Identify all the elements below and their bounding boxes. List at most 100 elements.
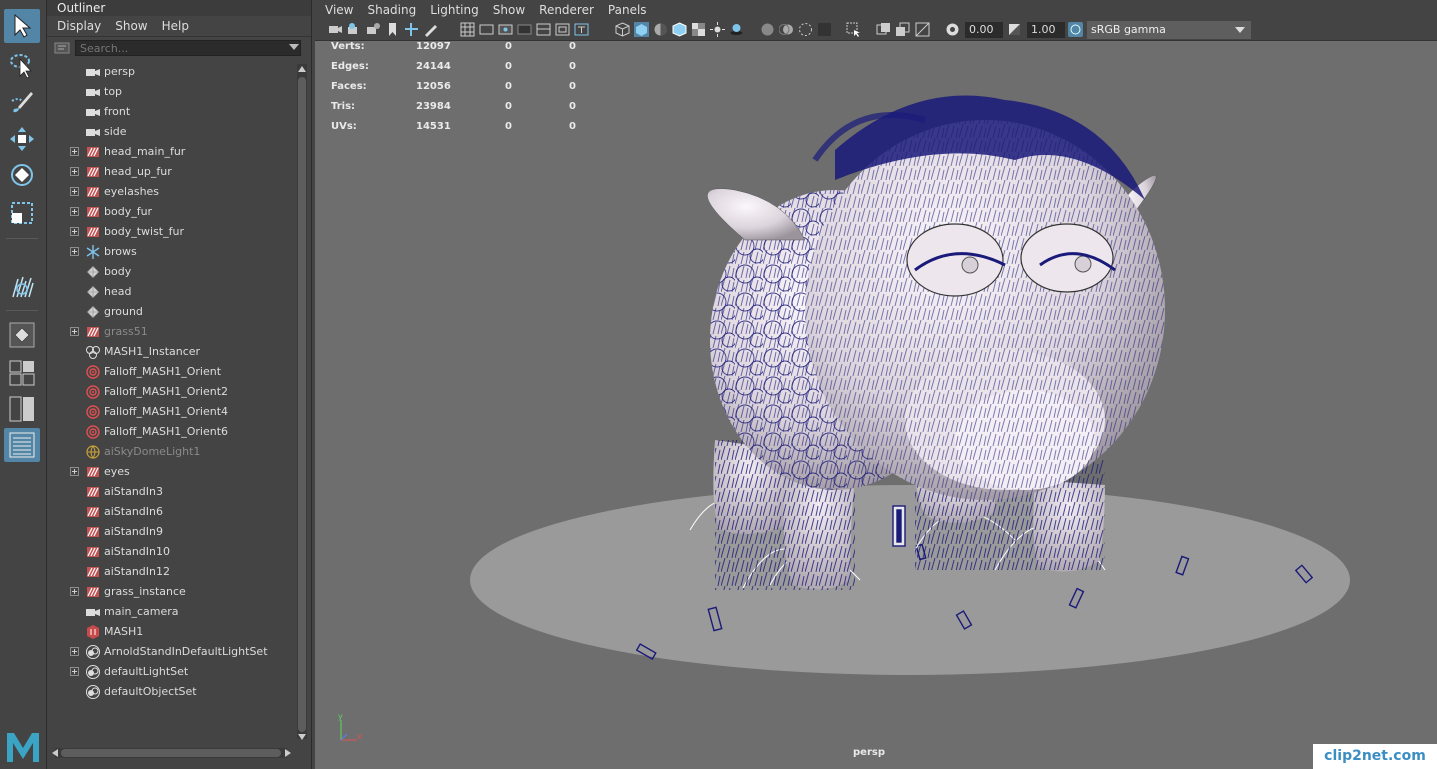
- outliner-item[interactable]: aiStandIn6: [47, 502, 295, 522]
- outliner-item[interactable]: MASH1_Instancer: [47, 342, 295, 362]
- default-material-icon[interactable]: [653, 22, 668, 37]
- grid-icon[interactable]: [460, 22, 475, 37]
- perspective-viewport[interactable]: View Shading Lighting Show Renderer Pane…: [315, 0, 1437, 769]
- outliner-item[interactable]: defaultObjectSet: [47, 682, 295, 702]
- screen-space-ao-icon[interactable]: [760, 22, 775, 37]
- xray-active-components-icon[interactable]: [895, 22, 910, 37]
- scroll-up-arrow-icon[interactable]: [298, 66, 306, 72]
- outliner-item[interactable]: aiStandIn3: [47, 482, 295, 502]
- expand-plus-icon[interactable]: [70, 227, 79, 236]
- outliner-item[interactable]: eyelashes: [47, 182, 295, 202]
- grease-pencil-icon[interactable]: [423, 22, 438, 37]
- expand-plus-icon[interactable]: [70, 207, 79, 216]
- 2d-pan-zoom-icon[interactable]: [404, 22, 419, 37]
- menu-help[interactable]: Help: [162, 19, 189, 33]
- resolution-gate-icon[interactable]: [498, 22, 513, 37]
- outliner-item[interactable]: side: [47, 122, 295, 142]
- use-all-lights-icon[interactable]: [710, 22, 725, 37]
- menu-renderer[interactable]: Renderer: [539, 3, 594, 17]
- isolate-select-icon[interactable]: [846, 22, 861, 37]
- menu-show[interactable]: Show: [115, 19, 147, 33]
- expand-plus-icon[interactable]: [70, 467, 79, 476]
- scroll-left-arrow-icon[interactable]: [52, 749, 58, 757]
- gamma-icon[interactable]: [1007, 22, 1022, 37]
- outliner-item[interactable]: Falloff_MASH1_Orient: [47, 362, 295, 382]
- field-chart-icon[interactable]: [536, 22, 551, 37]
- rotate-tool-button[interactable]: [4, 158, 40, 192]
- outliner-item[interactable]: brows: [47, 242, 295, 262]
- film-gate-icon[interactable]: [479, 22, 494, 37]
- select-camera-icon[interactable]: [328, 22, 343, 37]
- menu-panels[interactable]: Panels: [608, 3, 647, 17]
- motion-blur-icon[interactable]: [779, 22, 794, 37]
- lasso-tool-button[interactable]: [4, 48, 40, 82]
- outliner-horizontal-scroll-thumb[interactable]: [61, 749, 281, 757]
- scene-render[interactable]: [315, 40, 1437, 769]
- outliner-item[interactable]: ArnoldStandInDefaultLightSet: [47, 642, 295, 662]
- scroll-right-arrow-icon[interactable]: [285, 749, 291, 757]
- outliner-view-button[interactable]: [4, 428, 40, 462]
- outliner-item[interactable]: body_fur: [47, 202, 295, 222]
- safe-title-icon[interactable]: [574, 22, 589, 37]
- outliner-item[interactable]: main_camera: [47, 602, 295, 622]
- outliner-item[interactable]: front: [47, 102, 295, 122]
- outliner-item[interactable]: top: [47, 82, 295, 102]
- smooth-shade-icon[interactable]: [634, 22, 649, 37]
- outliner-item[interactable]: body_twist_fur: [47, 222, 295, 242]
- menu-display[interactable]: Display: [57, 19, 101, 33]
- xgen-tool-button[interactable]: [4, 270, 40, 304]
- outliner-item[interactable]: aiStandIn12: [47, 562, 295, 582]
- image-plane-icon[interactable]: [385, 22, 400, 37]
- gate-mask-icon[interactable]: [517, 22, 532, 37]
- search-options-chevron-icon[interactable]: [289, 44, 299, 50]
- gamma-field[interactable]: 1.00: [1027, 22, 1065, 38]
- camera-attributes-icon[interactable]: [347, 22, 362, 37]
- outliner-item[interactable]: head_up_fur: [47, 162, 295, 182]
- exposure-field[interactable]: 0.00: [965, 22, 1003, 38]
- menu-show[interactable]: Show: [493, 3, 525, 17]
- outliner-item[interactable]: grass_instance: [47, 582, 295, 602]
- outliner-search-input[interactable]: [75, 40, 301, 56]
- expand-plus-icon[interactable]: [70, 147, 79, 156]
- expand-plus-icon[interactable]: [70, 327, 79, 336]
- outliner-item[interactable]: aiSkyDomeLight1: [47, 442, 295, 462]
- outliner-item[interactable]: body: [47, 262, 295, 282]
- xray-joints-icon[interactable]: [915, 22, 930, 37]
- expand-plus-icon[interactable]: [70, 187, 79, 196]
- shadows-icon[interactable]: [729, 22, 744, 37]
- bookmarks-icon[interactable]: [366, 22, 381, 37]
- scroll-down-arrow-icon[interactable]: [298, 734, 306, 740]
- outliner-item[interactable]: aiStandIn10: [47, 542, 295, 562]
- xray-icon[interactable]: [876, 22, 891, 37]
- outliner-item[interactable]: Falloff_MASH1_Orient6: [47, 422, 295, 442]
- expand-plus-icon[interactable]: [70, 667, 79, 676]
- textured-icon[interactable]: [691, 22, 706, 37]
- menu-shading[interactable]: Shading: [367, 3, 416, 17]
- four-view-button[interactable]: [4, 356, 40, 390]
- expand-plus-icon[interactable]: [70, 247, 79, 256]
- menu-view[interactable]: View: [325, 3, 353, 17]
- wireframe-icon[interactable]: [615, 22, 630, 37]
- outliner-item[interactable]: head_main_fur: [47, 142, 295, 162]
- two-view-button[interactable]: [4, 392, 40, 426]
- color-management-toggle-icon[interactable]: [1068, 22, 1083, 37]
- outliner-item[interactable]: head: [47, 282, 295, 302]
- expand-plus-icon[interactable]: [70, 647, 79, 656]
- anti-aliasing-icon[interactable]: [798, 22, 813, 37]
- single-view-button[interactable]: [4, 318, 40, 352]
- outliner-item[interactable]: Falloff_MASH1_Orient2: [47, 382, 295, 402]
- outliner-item[interactable]: MASH1: [47, 622, 295, 642]
- outliner-item[interactable]: defaultLightSet: [47, 662, 295, 682]
- expand-plus-icon[interactable]: [70, 167, 79, 176]
- view-transform-dropdown[interactable]: sRGB gamma: [1087, 21, 1251, 39]
- outliner-vertical-scroll-thumb[interactable]: [298, 77, 306, 732]
- move-tool-button[interactable]: [4, 122, 40, 156]
- exposure-icon[interactable]: [945, 22, 960, 37]
- outliner-item[interactable]: Falloff_MASH1_Orient4: [47, 402, 295, 422]
- safe-action-icon[interactable]: [555, 22, 570, 37]
- outliner-item[interactable]: eyes: [47, 462, 295, 482]
- paint-select-tool-button[interactable]: [4, 84, 40, 118]
- outliner-item[interactable]: ground: [47, 302, 295, 322]
- depth-of-field-icon[interactable]: [817, 22, 832, 37]
- wireframe-on-shaded-icon[interactable]: [672, 22, 687, 37]
